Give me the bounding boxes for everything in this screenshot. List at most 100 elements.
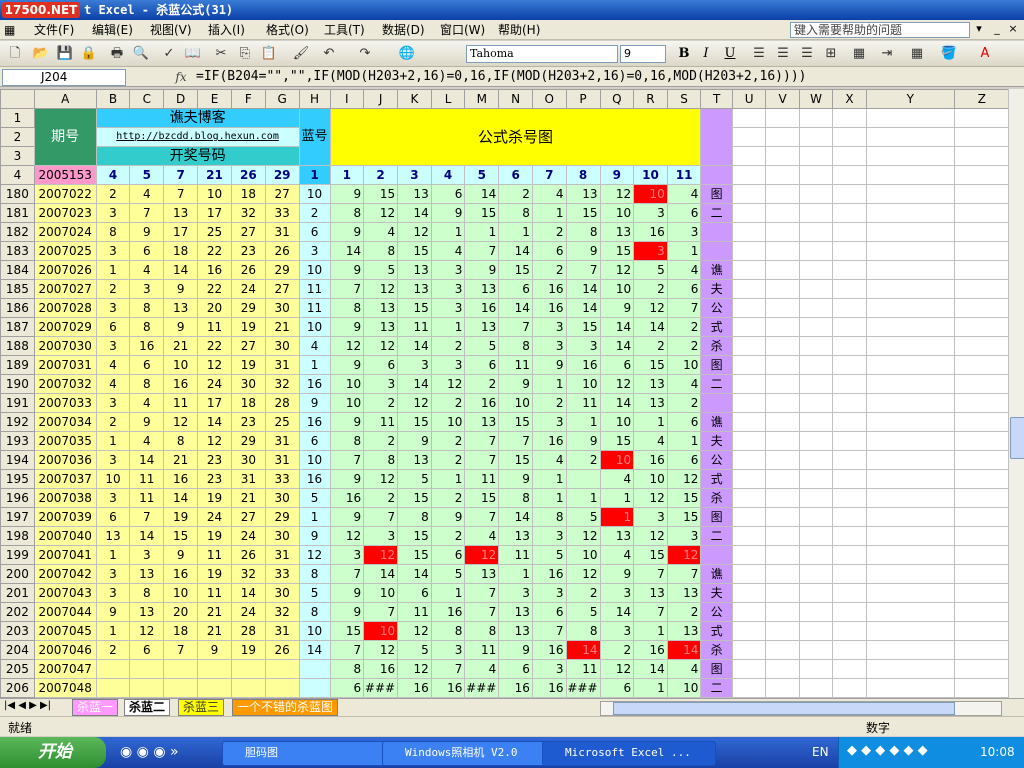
menu-window[interactable]: 窗口(W): [440, 22, 485, 38]
kill-number-cell[interactable]: 6: [430, 545, 466, 565]
row-header[interactable]: 203: [0, 621, 35, 641]
empty-cell[interactable]: [832, 583, 867, 603]
kill-number-cell[interactable]: 16: [633, 640, 668, 660]
empty-cell[interactable]: [731, 146, 767, 166]
draw-number-cell[interactable]: [95, 659, 131, 679]
draw-number-cell[interactable]: 9: [197, 640, 232, 660]
kill-number-cell[interactable]: ###: [464, 678, 500, 698]
blue-number-cell[interactable]: 14: [298, 640, 331, 660]
kill-hit-cell[interactable]: 10: [633, 184, 668, 204]
kill-number-cell[interactable]: 6: [666, 412, 702, 432]
empty-cell[interactable]: [798, 298, 834, 318]
kill-hit-cell[interactable]: 1: [599, 507, 635, 527]
kill-number-cell[interactable]: 1: [498, 564, 533, 584]
column-header[interactable]: I: [329, 89, 365, 109]
draw-number-cell[interactable]: 9: [95, 602, 131, 622]
empty-cell[interactable]: [865, 222, 955, 242]
column-header[interactable]: V: [765, 89, 800, 109]
draw-number-cell[interactable]: 23: [230, 412, 266, 432]
kill-number-cell[interactable]: 8: [565, 621, 601, 641]
empty-cell[interactable]: [953, 127, 1010, 147]
kill-number-cell[interactable]: 7: [329, 450, 365, 470]
kill-number-cell[interactable]: 3: [363, 526, 399, 546]
kill-number-cell[interactable]: 1: [633, 621, 668, 641]
vertical-scrollbar[interactable]: [1008, 89, 1024, 698]
kill-number-cell[interactable]: 6: [430, 184, 466, 204]
empty-cell[interactable]: [731, 545, 767, 565]
empty-cell[interactable]: [798, 222, 834, 242]
draw-number-cell[interactable]: 26: [264, 241, 300, 261]
period-cell[interactable]: 2007031: [33, 355, 97, 375]
kill-number-cell[interactable]: 13: [397, 279, 432, 299]
empty-cell[interactable]: [953, 545, 1010, 565]
kill-number-cell[interactable]: [565, 469, 601, 489]
column-header[interactable]: N: [498, 89, 533, 109]
empty-cell[interactable]: [765, 602, 800, 622]
period-cell[interactable]: 2007041: [33, 545, 97, 565]
kill-number-cell[interactable]: 4: [363, 222, 399, 242]
empty-cell[interactable]: [865, 659, 955, 679]
empty-cell[interactable]: [798, 108, 834, 128]
blue-number-cell[interactable]: 6: [298, 431, 331, 451]
draw-number-cell[interactable]: 26: [230, 545, 266, 565]
empty-cell[interactable]: [953, 260, 1010, 280]
kill-number-cell[interactable]: 9: [498, 640, 533, 660]
draw-number-cell[interactable]: 24: [197, 374, 232, 394]
row-header[interactable]: 191: [0, 393, 35, 413]
kill-number-cell[interactable]: 1: [666, 431, 702, 451]
empty-cell[interactable]: [865, 450, 955, 470]
kill-number-cell[interactable]: 14: [565, 279, 601, 299]
empty-cell[interactable]: [832, 659, 867, 679]
empty-cell[interactable]: [832, 640, 867, 660]
empty-cell[interactable]: [865, 507, 955, 527]
kill-number-cell[interactable]: 16: [464, 393, 500, 413]
kill-number-cell[interactable]: 2: [531, 222, 567, 242]
draw-number-cell[interactable]: 17: [197, 393, 232, 413]
column-header[interactable]: S: [666, 89, 702, 109]
draw-number-cell[interactable]: 6: [129, 241, 165, 261]
empty-cell[interactable]: [731, 203, 767, 223]
draw-number-cell[interactable]: [163, 678, 199, 698]
kill-number-cell[interactable]: 15: [565, 317, 601, 337]
new-file-icon[interactable]: 🗋: [6, 45, 24, 63]
kill-number-cell[interactable]: 9: [329, 412, 365, 432]
empty-cell[interactable]: [832, 564, 867, 584]
draw-number-cell[interactable]: [163, 659, 199, 679]
empty-cell[interactable]: [865, 469, 955, 489]
period-cell[interactable]: 2007039: [33, 507, 97, 527]
empty-cell[interactable]: [832, 336, 867, 356]
kill-number-cell[interactable]: 11: [565, 393, 601, 413]
kill-number-cell[interactable]: 2: [666, 317, 702, 337]
empty-cell[interactable]: [832, 431, 867, 451]
kill-number-cell[interactable]: 15: [397, 526, 432, 546]
kill-number-cell[interactable]: 13: [565, 184, 601, 204]
kill-number-cell[interactable]: 15: [498, 450, 533, 470]
draw-number-cell[interactable]: 33: [264, 564, 300, 584]
header-number-cell[interactable]: 4: [95, 165, 131, 185]
draw-number-cell[interactable]: [129, 659, 165, 679]
draw-number-cell[interactable]: 7: [129, 507, 165, 527]
draw-number-cell[interactable]: 11: [197, 545, 232, 565]
empty-cell[interactable]: [731, 165, 767, 185]
column-header[interactable]: Y: [865, 89, 955, 109]
kill-number-cell[interactable]: 9: [565, 241, 601, 261]
kill-number-cell[interactable]: 10: [599, 203, 635, 223]
paste-icon[interactable]: 📋: [260, 45, 278, 63]
draw-number-cell[interactable]: 8: [129, 583, 165, 603]
period-cell[interactable]: 2007048: [33, 678, 97, 698]
draw-number-cell[interactable]: 10: [163, 583, 199, 603]
draw-number-cell[interactable]: [264, 659, 300, 679]
kill-number-cell[interactable]: 10: [329, 393, 365, 413]
kill-number-cell[interactable]: 5: [531, 545, 567, 565]
draw-number-cell[interactable]: 3: [95, 583, 131, 603]
kill-number-cell[interactable]: 11: [464, 469, 500, 489]
empty-cell[interactable]: [865, 146, 955, 166]
kill-number-cell[interactable]: 3: [531, 336, 567, 356]
column-header[interactable]: C: [129, 89, 165, 109]
kill-number-cell[interactable]: 15: [464, 488, 500, 508]
empty-cell[interactable]: [765, 108, 800, 128]
format-painter-icon[interactable]: 🖌: [292, 45, 310, 63]
kill-number-cell[interactable]: 15: [599, 431, 635, 451]
draw-number-cell[interactable]: 12: [197, 431, 232, 451]
column-header[interactable]: H: [298, 89, 331, 109]
